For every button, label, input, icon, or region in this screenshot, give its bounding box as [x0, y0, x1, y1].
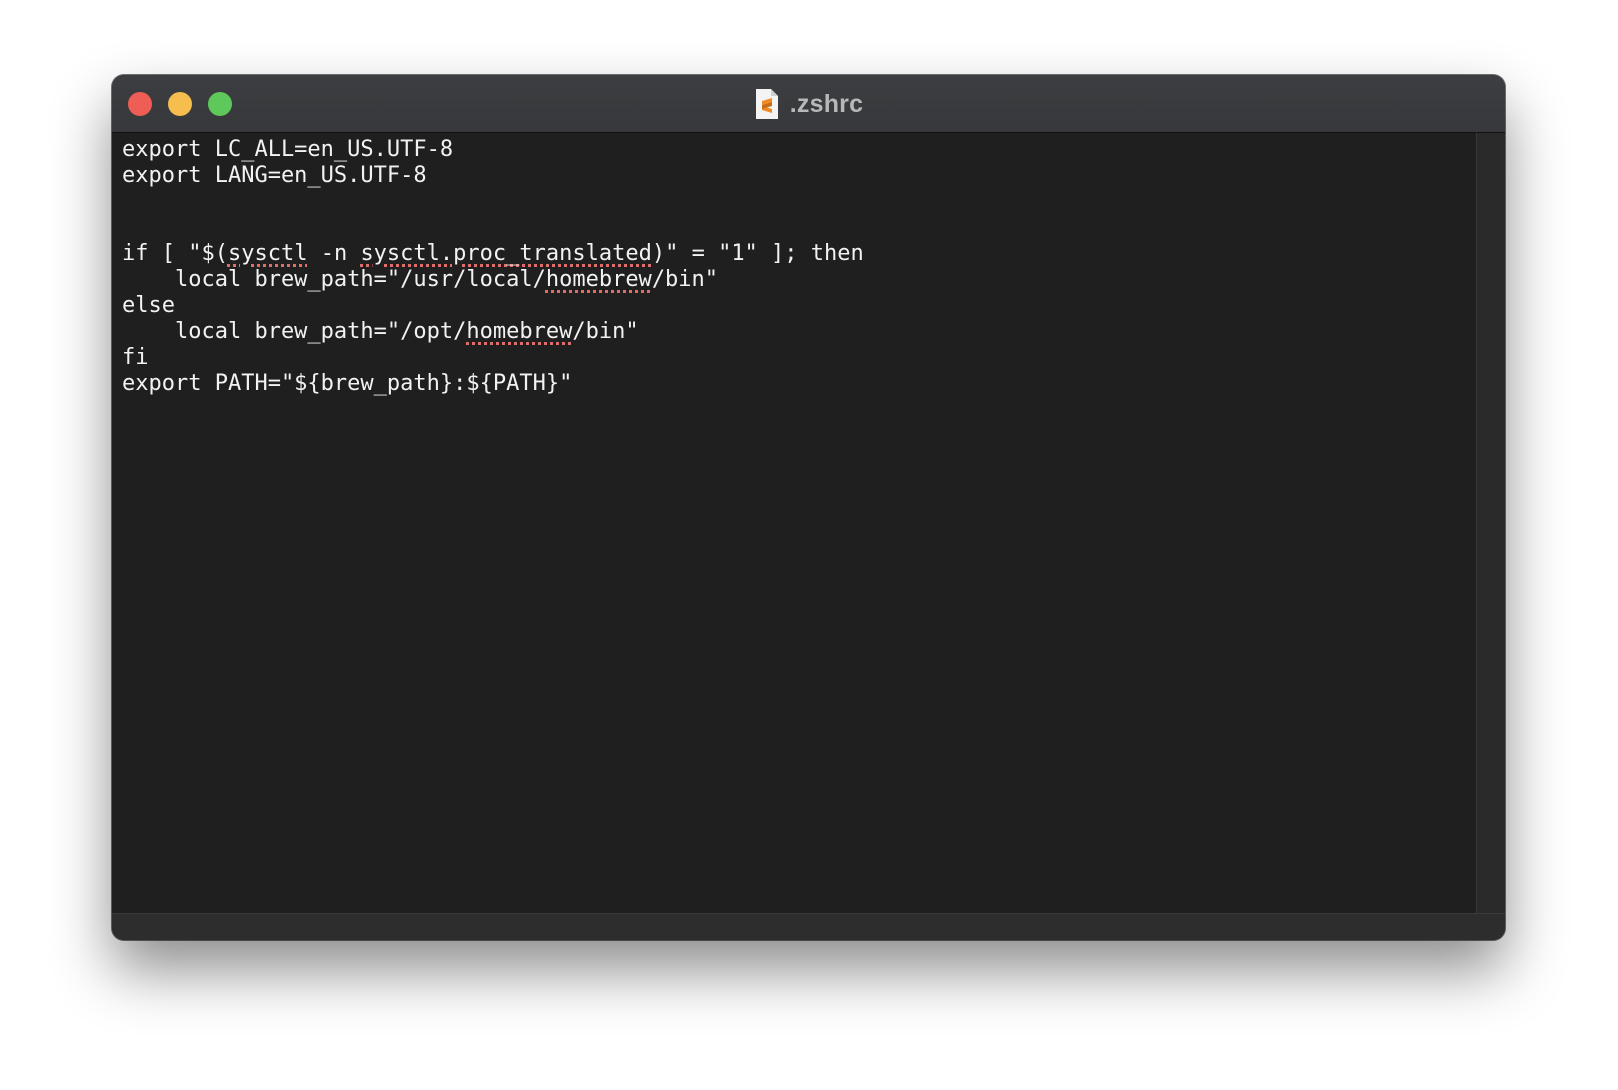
title-bar[interactable]: .zshrc — [112, 75, 1505, 133]
code-line[interactable]: else — [122, 293, 864, 319]
code-text: /bin" — [651, 267, 719, 292]
code-text: local brew_path="/opt/ — [122, 319, 467, 344]
code-text: fi — [122, 345, 149, 370]
code-line[interactable]: if [ "$(sysctl -n sysctl.proc_translated… — [122, 241, 864, 267]
misspelled-word: sysctl — [227, 241, 308, 266]
sublime-document-icon — [755, 89, 778, 119]
code-text: export LC_ALL=en_US.UTF-8 — [122, 137, 454, 162]
code-line[interactable]: fi — [122, 345, 864, 371]
status-bar — [112, 913, 1505, 940]
code-text: local brew_path="/usr/local/ — [122, 267, 546, 292]
code-text: export LANG=en_US.UTF-8 — [122, 163, 427, 188]
code-text: /bin" — [572, 319, 639, 344]
code-text: if [ "$( — [122, 241, 228, 266]
code-line[interactable] — [122, 215, 864, 241]
misspelled-word: sysctl.proc_translated — [360, 241, 652, 266]
window-title: .zshrc — [112, 87, 1505, 121]
code-line[interactable]: export LANG=en_US.UTF-8 — [122, 163, 864, 189]
code-line[interactable]: local brew_path="/opt/homebrew/bin" — [122, 319, 864, 345]
vertical-scrollbar[interactable] — [1476, 133, 1505, 913]
text-editor[interactable]: export LC_ALL=en_US.UTF-8 export LANG=en_… — [112, 133, 1476, 913]
code-line[interactable] — [122, 189, 864, 215]
misspelled-word: homebrew — [466, 319, 573, 344]
code-text: -n — [307, 241, 361, 266]
code-line[interactable]: export PATH="${brew_path}:${PATH}" — [122, 371, 864, 397]
code-content[interactable]: export LC_ALL=en_US.UTF-8 export LANG=en_… — [122, 137, 864, 397]
code-text: export PATH="${brew_path}:${PATH}" — [122, 371, 573, 396]
editor-window: .zshrc export LC_ALL=en_US.UTF-8 export L… — [112, 75, 1505, 940]
code-line[interactable]: local brew_path="/usr/local/homebrew/bin… — [122, 267, 864, 293]
code-text: )" = "1" ]; then — [651, 241, 864, 266]
window-title-text: .zshrc — [789, 89, 864, 118]
code-text: else — [122, 293, 175, 318]
code-line[interactable]: export LC_ALL=en_US.UTF-8 — [122, 137, 864, 163]
misspelled-word: homebrew — [545, 267, 652, 292]
